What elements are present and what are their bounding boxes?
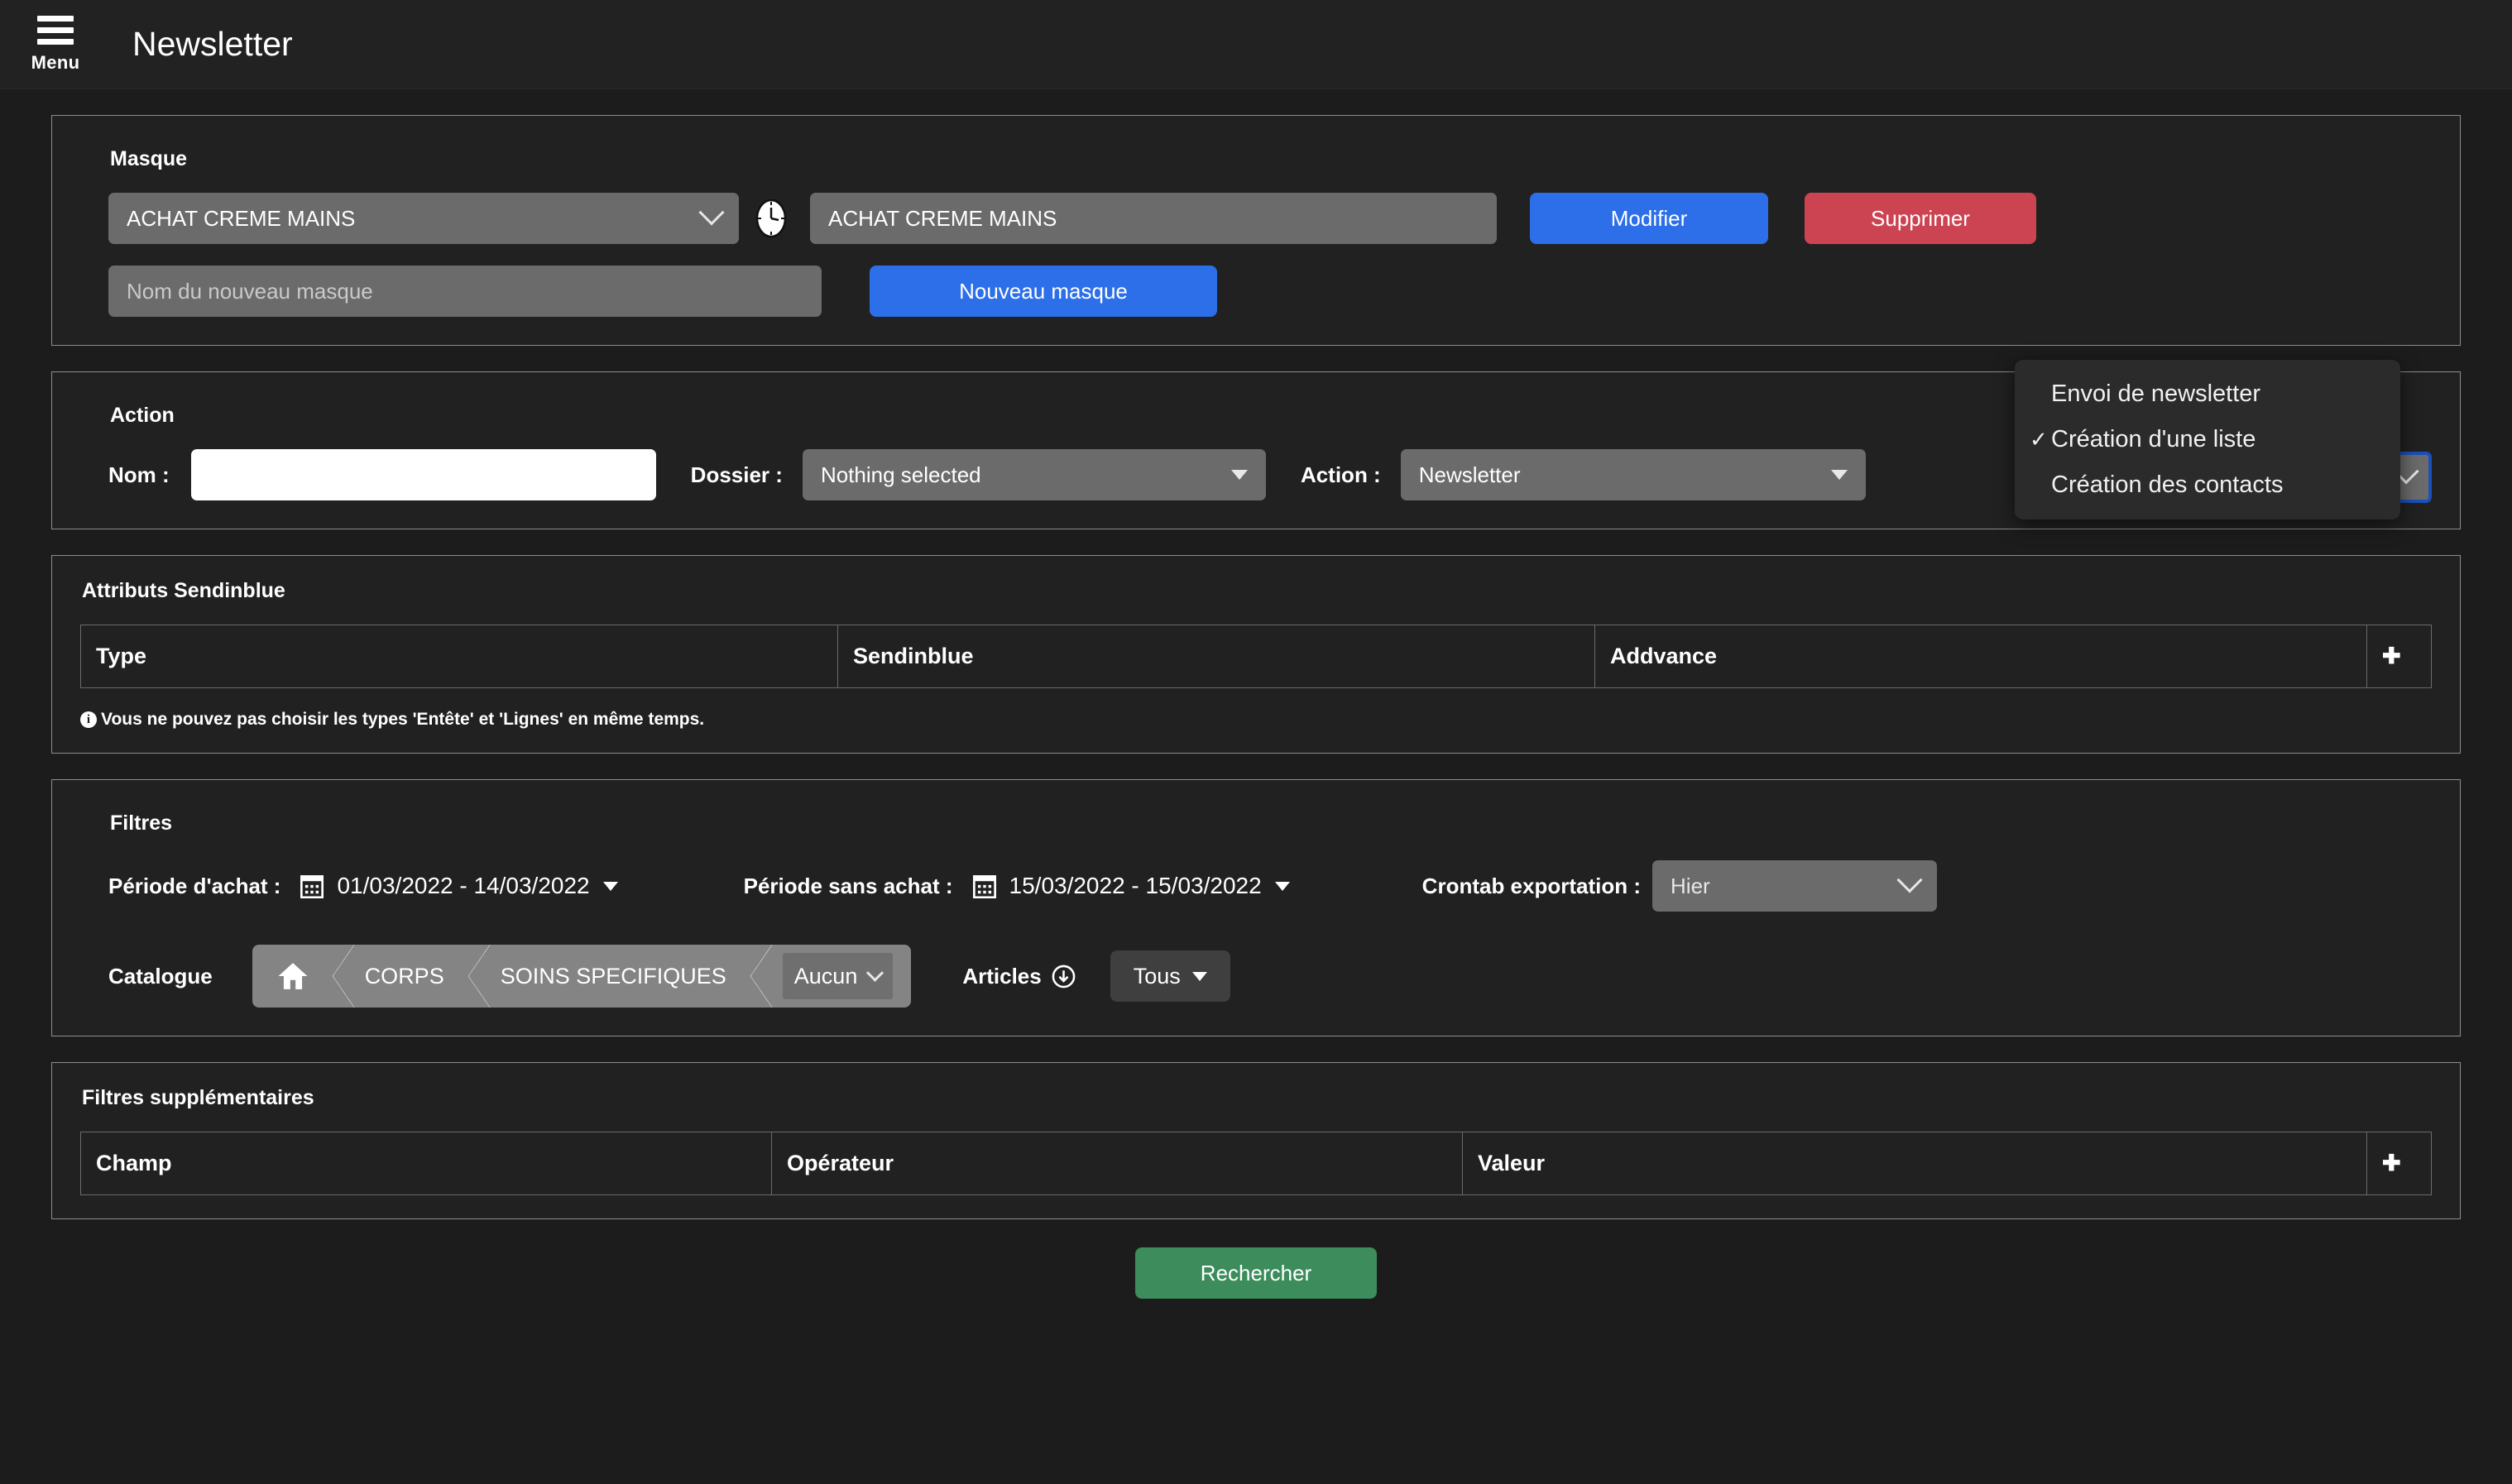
catalogue-label: Catalogue bbox=[108, 963, 213, 989]
table-header-row: Type Sendinblue Addvance ✚ bbox=[80, 625, 2432, 688]
info-icon: i bbox=[80, 711, 97, 728]
nom-input[interactable] bbox=[190, 449, 656, 500]
filtres-supplementaires-title: Filtres supplémentaires bbox=[82, 1086, 314, 1109]
crontab-select-value: Hier bbox=[1671, 873, 1710, 898]
clock-icon[interactable] bbox=[754, 198, 789, 239]
nom-label: Nom : bbox=[108, 462, 170, 487]
crontab-select[interactable]: Hier bbox=[1652, 860, 1938, 912]
breadcrumb-select[interactable]: Aucun bbox=[782, 953, 894, 999]
periode-sans-achat-datepicker[interactable]: 15/03/2022 - 15/03/2022 bbox=[972, 873, 1290, 899]
column-type: Type bbox=[80, 625, 838, 688]
periode-achat-value: 01/03/2022 - 14/03/2022 bbox=[337, 873, 590, 898]
articles-tous-button[interactable]: Tous bbox=[1110, 950, 1230, 1002]
periode-sans-achat-label: Période sans achat : bbox=[743, 873, 953, 898]
filtres-dates-row: Période d'achat : 01/03/2022 - 14/03/202… bbox=[80, 860, 2432, 912]
breadcrumb-item-soins-specifiques[interactable]: SOINS SPECIFIQUES bbox=[467, 945, 751, 1008]
attributs-panel: Attributs Sendinblue Type Sendinblue Add… bbox=[51, 555, 2461, 754]
column-addvance: Addvance bbox=[1594, 625, 2367, 688]
masque-panel: Masque ACHAT CREME MAINS Modifier bbox=[51, 115, 2461, 346]
attributs-note-text: Vous ne pouvez pas choisir les types 'En… bbox=[101, 710, 705, 729]
menu-button-label: Menu bbox=[31, 51, 80, 73]
masque-name-input[interactable] bbox=[810, 193, 1497, 244]
menu-item-envoi-newsletter[interactable]: Envoi de newsletter bbox=[2015, 371, 2400, 417]
catalogue-breadcrumb: CORPS SOINS SPECIFIQUES Aucun bbox=[252, 945, 912, 1008]
hamburger-icon bbox=[37, 15, 74, 45]
modifier-button[interactable]: Modifier bbox=[1530, 193, 1768, 244]
masque-select[interactable]: ACHAT CREME MAINS bbox=[108, 193, 739, 244]
breadcrumb-select-wrap: Aucun bbox=[750, 945, 912, 1008]
action-select-value: Newsletter bbox=[1418, 462, 1521, 487]
filtres-panel: Filtres Période d'achat : 01/03/2022 - 1… bbox=[51, 779, 2461, 1036]
periode-achat-label: Période d'achat : bbox=[108, 873, 281, 898]
chevron-down-icon bbox=[698, 199, 725, 226]
attributs-table: Type Sendinblue Addvance ✚ bbox=[80, 625, 2432, 688]
dossier-select[interactable]: Nothing selected bbox=[802, 449, 1266, 500]
supprimer-button[interactable]: Supprimer bbox=[1805, 193, 2036, 244]
breadcrumb-item-home[interactable] bbox=[252, 945, 333, 1008]
menu-button[interactable]: Menu bbox=[20, 15, 91, 74]
add-attribut-button[interactable]: ✚ bbox=[2366, 625, 2432, 688]
filtres-supplementaires-table: Champ Opérateur Valeur ✚ bbox=[80, 1132, 2432, 1195]
column-champ: Champ bbox=[80, 1132, 772, 1195]
menu-item-label: Envoi de newsletter bbox=[2051, 381, 2261, 407]
menu-item-creation-liste[interactable]: ✓ Création d'une liste bbox=[2015, 417, 2400, 462]
periode-achat-datepicker[interactable]: 01/03/2022 - 14/03/2022 bbox=[300, 873, 618, 899]
nouveau-masque-button[interactable]: Nouveau masque bbox=[870, 266, 1217, 317]
top-bar: Menu Newsletter bbox=[0, 0, 2512, 89]
menu-item-label: Création d'une liste bbox=[2051, 426, 2256, 452]
caret-down-icon bbox=[1230, 470, 1248, 480]
column-sendinblue: Sendinblue bbox=[837, 625, 1595, 688]
masque-panel-title: Masque bbox=[110, 147, 188, 170]
menu-item-creation-contacts[interactable]: Création des contacts bbox=[2015, 462, 2400, 508]
chevron-down-icon bbox=[866, 964, 884, 982]
calendar-icon bbox=[300, 875, 324, 898]
filtres-panel-title: Filtres bbox=[110, 811, 173, 835]
masque-select-value: ACHAT CREME MAINS bbox=[127, 205, 356, 231]
breadcrumb-item-corps[interactable]: CORPS bbox=[332, 945, 469, 1008]
add-filtre-button[interactable]: ✚ bbox=[2366, 1132, 2432, 1195]
masque-select-row: ACHAT CREME MAINS Modifier Supprimer bbox=[80, 193, 2432, 244]
action-panel: Action Nom : Dossier : Nothing selected … bbox=[51, 360, 2461, 529]
caret-down-icon bbox=[1830, 470, 1848, 480]
attributs-panel-title: Attributs Sendinblue bbox=[82, 579, 285, 602]
action-options-menu[interactable]: Envoi de newsletter ✓ Création d'une lis… bbox=[2015, 360, 2400, 519]
caret-down-icon bbox=[1191, 971, 1207, 981]
dossier-label: Dossier : bbox=[690, 462, 783, 487]
catalogue-row: Catalogue CORPS SOINS SPECIFIQUES Aucun bbox=[80, 945, 2432, 1008]
menu-item-label: Création des contacts bbox=[2051, 472, 2284, 498]
articles-tous-label: Tous bbox=[1133, 963, 1181, 989]
action-select[interactable]: Newsletter bbox=[1400, 449, 1866, 500]
nouveau-masque-input[interactable] bbox=[108, 266, 822, 317]
articles-label-wrap: Articles bbox=[962, 963, 1076, 989]
caret-down-icon bbox=[602, 881, 618, 891]
page-content: Masque ACHAT CREME MAINS Modifier bbox=[0, 115, 2512, 1299]
filtres-supplementaires-panel: Filtres supplémentaires Champ Opérateur … bbox=[51, 1062, 2461, 1219]
menu-item-check: ✓ bbox=[2030, 427, 2048, 452]
articles-label: Articles bbox=[962, 963, 1042, 989]
dossier-select-value: Nothing selected bbox=[820, 462, 981, 487]
action-label: Action : bbox=[1300, 462, 1381, 487]
attributs-note: i Vous ne pouvez pas choisir les types '… bbox=[80, 710, 2432, 730]
column-valeur: Valeur bbox=[1462, 1132, 2367, 1195]
chevron-down-icon bbox=[1896, 867, 1923, 893]
caret-down-icon bbox=[1274, 881, 1290, 891]
footer: Rechercher bbox=[51, 1247, 2461, 1299]
column-operateur: Opérateur bbox=[771, 1132, 1463, 1195]
calendar-icon bbox=[972, 875, 996, 898]
table-header-row: Champ Opérateur Valeur ✚ bbox=[80, 1132, 2432, 1195]
rechercher-button[interactable]: Rechercher bbox=[1135, 1247, 1377, 1299]
page-title: Newsletter bbox=[132, 25, 293, 63]
masque-new-row: Nouveau masque bbox=[80, 266, 2432, 317]
home-icon bbox=[278, 963, 308, 989]
breadcrumb-select-value: Aucun bbox=[793, 963, 858, 989]
periode-sans-achat-value: 15/03/2022 - 15/03/2022 bbox=[1009, 873, 1262, 898]
download-circle-icon[interactable] bbox=[1052, 965, 1076, 989]
crontab-label: Crontab exportation : bbox=[1421, 873, 1642, 898]
